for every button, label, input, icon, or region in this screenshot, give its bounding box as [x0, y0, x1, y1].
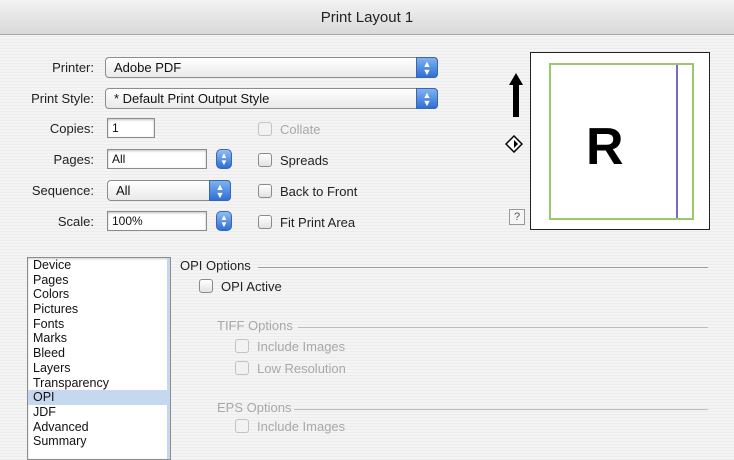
tiff-options-heading: TIFF Options — [217, 318, 293, 333]
back-to-front-checkbox[interactable]: Back to Front — [258, 182, 357, 200]
list-item[interactable]: Device — [28, 258, 170, 273]
preview-letter: R — [586, 118, 624, 176]
checkbox-box — [258, 184, 272, 198]
print-category-list[interactable]: Device Pages Colors Pictures Fonts Marks… — [27, 257, 171, 460]
sequence-value: All — [116, 183, 131, 198]
list-item[interactable]: Pages — [28, 273, 170, 288]
printer-label: Printer: — [52, 60, 94, 75]
section-divider — [258, 267, 708, 268]
scale-field[interactable]: 100% — [107, 211, 207, 231]
checkbox-box — [235, 419, 249, 433]
eps-options-heading: EPS Options — [217, 400, 292, 415]
print-style-value: * Default Print Output Style — [114, 91, 270, 106]
opi-active-checkbox[interactable]: OPI Active — [199, 277, 282, 295]
popup-arrows-icon: ▲ ▼ — [416, 88, 438, 109]
scale-stepper[interactable]: ▲ ▼ — [216, 211, 232, 231]
tiff-low-resolution-label: Low Resolution — [257, 360, 346, 376]
section-divider — [294, 409, 708, 410]
list-item-selected[interactable]: OPI — [28, 390, 170, 405]
popup-arrows-icon: ▲ ▼ — [209, 180, 231, 201]
checkbox-box — [258, 122, 272, 136]
tiff-include-images-label: Include Images — [257, 338, 346, 354]
pages-field[interactable]: All — [107, 149, 207, 169]
landscape-orientation-icon[interactable] — [505, 135, 523, 153]
tiff-include-images-checkbox[interactable]: Include Images — [235, 337, 345, 355]
copies-label: Copies: — [49, 121, 94, 136]
help-button[interactable]: ? — [509, 209, 525, 225]
copies-field[interactable]: 1 — [107, 118, 155, 138]
fit-print-area-checkbox[interactable]: Fit Print Area — [258, 213, 355, 231]
checkbox-box — [258, 153, 272, 167]
eps-include-images-checkbox[interactable]: Include Images — [235, 417, 345, 435]
back-to-front-label: Back to Front — [280, 183, 358, 199]
printer-popup[interactable]: Adobe PDF ▲ ▼ — [105, 57, 438, 78]
fit-print-area-label: Fit Print Area — [280, 214, 356, 230]
section-divider — [298, 327, 708, 328]
preview-page: R — [549, 63, 694, 220]
opi-options-heading: OPI Options — [180, 258, 251, 273]
checkbox-box — [199, 279, 213, 293]
list-item[interactable]: Layers — [28, 361, 170, 376]
window-title: Print Layout 1 — [0, 0, 734, 35]
print-dialog-window: Print Layout 1 Printer: Adobe PDF ▲ ▼ Pri… — [0, 0, 734, 460]
list-item[interactable]: Bleed — [28, 346, 170, 361]
print-style-popup[interactable]: * Default Print Output Style ▲ ▼ — [105, 88, 438, 109]
list-item[interactable]: Summary — [28, 434, 170, 449]
collate-checkbox[interactable]: Collate — [258, 120, 320, 138]
eps-include-images-label: Include Images — [257, 418, 346, 434]
scale-label: Scale: — [57, 214, 94, 229]
checkbox-box — [258, 215, 272, 229]
list-item[interactable]: JDF — [28, 405, 170, 420]
print-style-label: Print Style: — [31, 91, 94, 106]
list-item[interactable]: Colors — [28, 287, 170, 302]
popup-arrows-icon: ▲ ▼ — [416, 57, 438, 78]
list-item[interactable]: Advanced — [28, 420, 170, 435]
spreads-label: Spreads — [280, 152, 329, 168]
opi-active-label: OPI Active — [221, 278, 282, 294]
collate-label: Collate — [280, 121, 321, 137]
list-item[interactable]: Fonts — [28, 317, 170, 332]
sequence-label: Sequence: — [31, 183, 94, 198]
list-item[interactable]: Transparency — [28, 376, 170, 391]
checkbox-box — [235, 361, 249, 375]
list-item[interactable]: Marks — [28, 331, 170, 346]
pages-stepper[interactable]: ▲ ▼ — [216, 149, 232, 169]
tiff-low-resolution-checkbox[interactable]: Low Resolution — [235, 359, 346, 377]
preview-margin-guide — [676, 65, 678, 218]
portrait-orientation-icon[interactable] — [509, 73, 523, 117]
checkbox-box — [235, 339, 249, 353]
pages-label: Pages: — [53, 152, 94, 167]
page-preview: R — [530, 52, 710, 230]
list-scrollbar[interactable] — [167, 258, 170, 459]
printer-value: Adobe PDF — [114, 60, 182, 75]
sequence-popup[interactable]: All ▲ ▼ — [107, 180, 231, 201]
list-item[interactable]: Pictures — [28, 302, 170, 317]
spreads-checkbox[interactable]: Spreads — [258, 151, 328, 169]
